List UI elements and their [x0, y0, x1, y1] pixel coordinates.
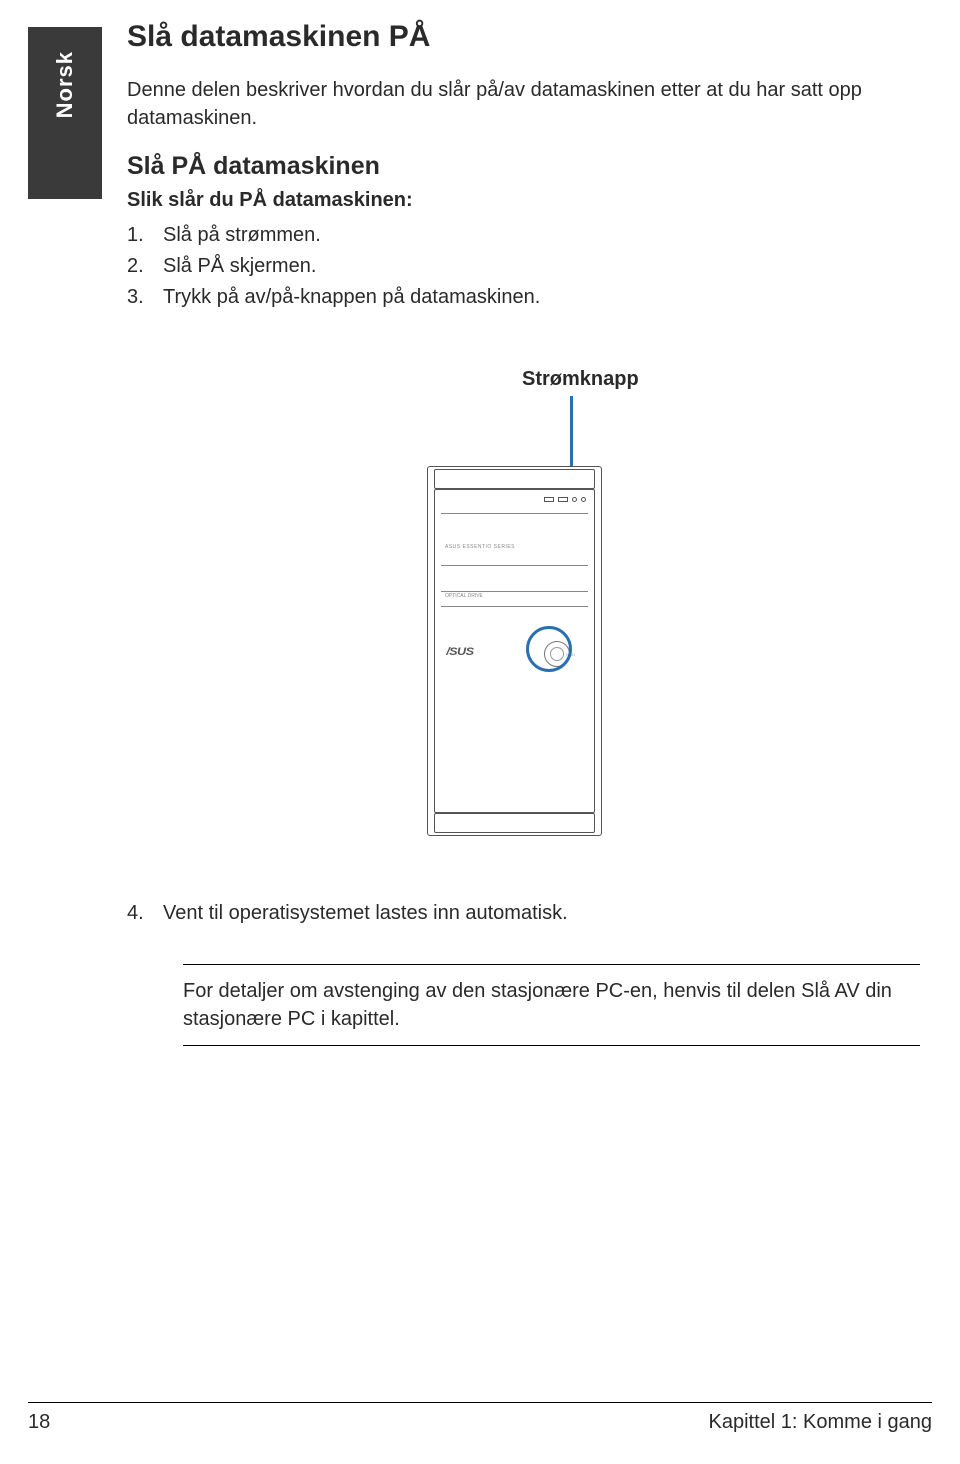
page-content: Slå datamaskinen PÅ Denne delen beskrive… [127, 20, 930, 1046]
page-title: Slå datamaskinen PÅ [127, 20, 930, 54]
page-footer: 18 Kapittel 1: Komme i gang [28, 1402, 932, 1434]
audio-jack-icon [581, 497, 586, 502]
page-number: 18 [28, 1411, 50, 1434]
series-label: ASUS ESSENTIO SERIES [445, 544, 515, 550]
section-heading: Slå PÅ datamaskinen [127, 152, 930, 181]
intro-paragraph: Denne delen beskriver hvordan du slår på… [127, 76, 930, 132]
usb-port-icon [544, 497, 554, 502]
step-number: 3. [127, 282, 163, 313]
step-text: Vent til operatisystemet lastes inn auto… [163, 898, 568, 929]
power-button-label: Strømknapp [522, 368, 639, 391]
usb-port-icon [558, 497, 568, 502]
step-item: 2. Slå PÅ skjermen. [127, 251, 930, 282]
note-text: For detaljer om avstenging av den stasjo… [183, 977, 920, 1033]
step-number: 4. [127, 898, 163, 929]
optical-drive-label: OPTICAL DRIVE [445, 593, 483, 599]
callout-circle [526, 626, 572, 672]
front-ports [455, 494, 586, 504]
step-text: Slå PÅ skjermen. [163, 251, 316, 282]
computer-tower-illustration: ASUS ESSENTIO SERIES OPTICAL DRIVE /SUS … [427, 466, 602, 836]
language-sidebar-tab: Norsk [28, 27, 102, 199]
step-number: 1. [127, 220, 163, 251]
figure-area: Strømknapp ASUS ESSENTIO SERIES OPTICAL … [127, 368, 930, 858]
asus-logo: /SUS [446, 646, 473, 658]
language-label: Norsk [52, 51, 78, 118]
step-item: 3. Trykk på av/på-knappen på datamaskine… [127, 282, 930, 313]
step-text: Slå på strømmen. [163, 220, 321, 251]
note-block: For detaljer om avstenging av den stasjo… [183, 964, 920, 1046]
divider [28, 1402, 932, 1403]
step-item: 4. Vent til operatisystemet lastes inn a… [127, 898, 930, 929]
divider [183, 964, 920, 965]
section-subheading: Slik slår du PÅ datamaskinen: [127, 189, 930, 212]
step-number: 2. [127, 251, 163, 282]
chapter-label: Kapittel 1: Komme i gang [709, 1411, 932, 1434]
step-text: Trykk på av/på-knappen på datamaskinen. [163, 282, 540, 313]
divider [183, 1045, 920, 1046]
step-item: 1. Slå på strømmen. [127, 220, 930, 251]
audio-jack-icon [572, 497, 577, 502]
